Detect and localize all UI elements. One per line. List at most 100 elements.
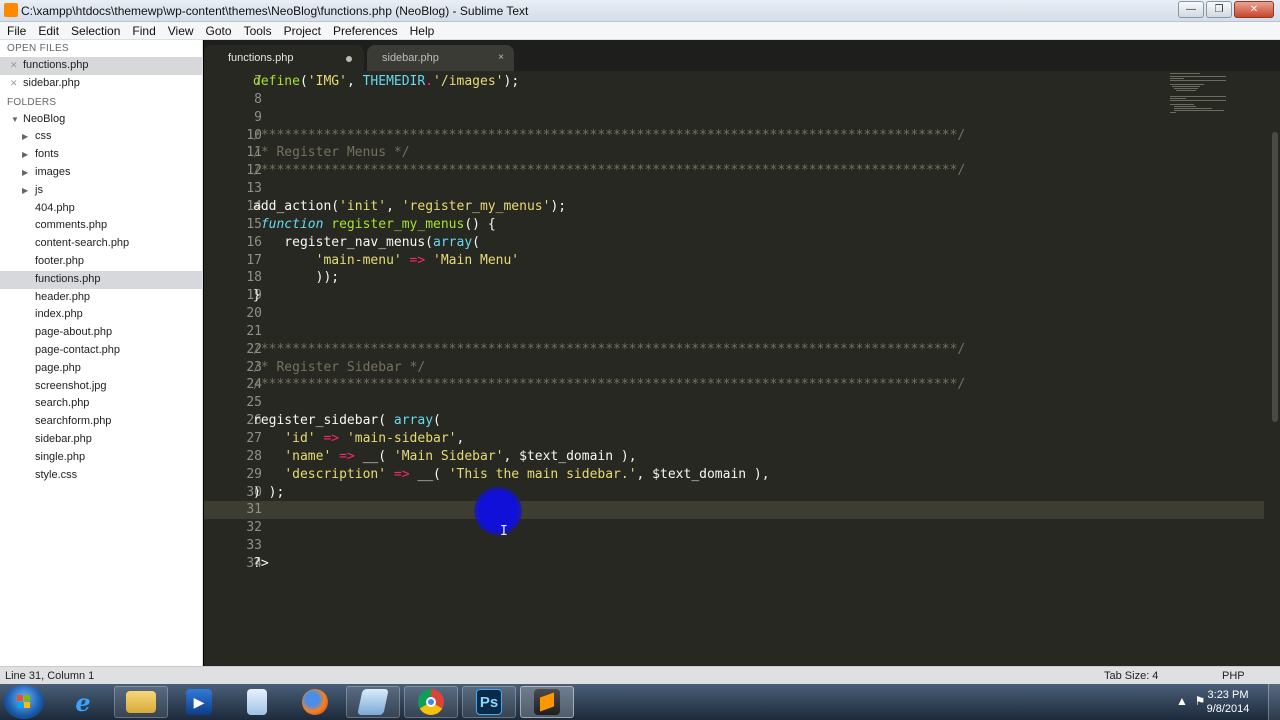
open-file-item[interactable]: ✕ functions.php: [0, 57, 202, 75]
folder-root[interactable]: ▼ NeoBlog: [0, 111, 202, 129]
code-line[interactable]: 8: [204, 91, 1264, 109]
close-icon[interactable]: ✕: [10, 75, 18, 93]
code-line[interactable]: 9: [204, 109, 1264, 127]
collapsed-triangle-icon[interactable]: ▶: [22, 164, 28, 182]
file-item[interactable]: page-about.php: [0, 324, 202, 342]
code-line[interactable]: 13: [204, 180, 1264, 198]
folder-item[interactable]: ▶ fonts: [0, 146, 202, 164]
clock[interactable]: 3:23 PM 9/8/2014: [1200, 688, 1256, 716]
file-item[interactable]: 404.php: [0, 200, 202, 218]
window-titlebar[interactable]: C:\xampp\htdocs\themewp\wp-content\theme…: [0, 0, 1280, 22]
folder-item[interactable]: ▶ css: [0, 128, 202, 146]
code-line[interactable]: 20: [204, 305, 1264, 323]
notepad-button[interactable]: [230, 686, 284, 718]
code-line[interactable]: 12/*************************************…: [204, 162, 1264, 180]
code-line[interactable]: 30) );: [204, 484, 1264, 502]
syntax-mode[interactable]: PHP: [1222, 670, 1245, 682]
tab-functions-php[interactable]: functions.php: [204, 45, 364, 71]
tab-size[interactable]: Tab Size: 4: [1104, 670, 1158, 682]
collapsed-triangle-icon[interactable]: ▶: [22, 146, 28, 164]
code-line[interactable]: 19}: [204, 287, 1264, 305]
file-item[interactable]: page-contact.php: [0, 342, 202, 360]
file-item[interactable]: search.php: [0, 395, 202, 413]
code-line[interactable]: 26 register_sidebar( array(: [204, 412, 1264, 430]
line-source: /***************************************…: [253, 127, 965, 145]
code-line[interactable]: 18 ));: [204, 269, 1264, 287]
file-item[interactable]: style.css: [0, 467, 202, 485]
file-explorer-button[interactable]: [114, 686, 168, 718]
menu-view[interactable]: View: [162, 22, 200, 40]
photoshop-button[interactable]: Ps: [462, 686, 516, 718]
code-line[interactable]: 34 ?>: [204, 555, 1264, 573]
code-token: 'Main Menu': [433, 252, 520, 268]
menu-preferences[interactable]: Preferences: [327, 22, 404, 40]
file-item[interactable]: searchform.php: [0, 413, 202, 431]
file-item[interactable]: header.php: [0, 289, 202, 307]
chrome-button[interactable]: [404, 686, 458, 718]
file-item[interactable]: footer.php: [0, 253, 202, 271]
code-line[interactable]: 25: [204, 394, 1264, 412]
menu-find[interactable]: Find: [126, 22, 161, 40]
code-line[interactable]: 16 register_nav_menus(array(: [204, 234, 1264, 252]
sublime-text-button[interactable]: [520, 686, 574, 718]
file-item[interactable]: single.php: [0, 449, 202, 467]
close-icon[interactable]: ×: [498, 45, 504, 71]
expanded-triangle-icon[interactable]: ▼: [11, 111, 19, 129]
vertical-scrollbar[interactable]: [1272, 132, 1278, 422]
file-item[interactable]: comments.php: [0, 217, 202, 235]
start-button[interactable]: [4, 685, 44, 719]
code-line[interactable]: 28 'name' => __( 'Main Sidebar', $text_d…: [204, 448, 1264, 466]
menu-goto[interactable]: Goto: [200, 22, 238, 40]
menu-project[interactable]: Project: [278, 22, 327, 40]
file-item[interactable]: functions.php: [0, 270, 202, 289]
code-line[interactable]: 17 'main-menu' => 'Main Menu': [204, 252, 1264, 270]
collapsed-triangle-icon[interactable]: ▶: [22, 182, 28, 200]
menu-help[interactable]: Help: [404, 22, 441, 40]
show-desktop-button[interactable]: [1268, 684, 1280, 720]
firefox-button[interactable]: [288, 686, 342, 718]
menu-bar: File Edit Selection Find View Goto Tools…: [0, 22, 1280, 40]
internet-explorer-button[interactable]: e: [56, 686, 110, 718]
folder-item[interactable]: ▶ images: [0, 164, 202, 182]
menu-tools[interactable]: Tools: [238, 22, 278, 40]
code-line[interactable]: 27 'id' => 'main-sidebar',: [204, 430, 1264, 448]
close-icon[interactable]: ✕: [10, 57, 18, 75]
open-file-item[interactable]: ✕ sidebar.php: [0, 75, 202, 93]
code-line[interactable]: 23/* Register Sidebar */: [204, 359, 1264, 377]
file-item[interactable]: index.php: [0, 306, 202, 324]
menu-file[interactable]: File: [1, 22, 32, 40]
code-line[interactable]: 22/*************************************…: [204, 341, 1264, 359]
file-item[interactable]: screenshot.jpg: [0, 378, 202, 396]
minimize-button[interactable]: —: [1178, 1, 1204, 18]
menu-edit[interactable]: Edit: [32, 22, 65, 40]
file-item[interactable]: sidebar.php: [0, 431, 202, 449]
code-area[interactable]: 7 define('IMG', THEMEDIR.'/images'); 8 9 10/…: [204, 71, 1264, 666]
code-line[interactable]: 31: [204, 501, 1264, 520]
code-line[interactable]: 21: [204, 323, 1264, 341]
folder-item[interactable]: ▶ js: [0, 182, 202, 200]
file-label: index.php: [35, 308, 83, 321]
modified-dot-icon[interactable]: [346, 56, 352, 62]
code-token: ,: [456, 431, 465, 446]
code-line[interactable]: 14 add_action('init', 'register_my_menus'…: [204, 198, 1264, 216]
code-line[interactable]: 7 define('IMG', THEMEDIR.'/images');: [204, 73, 1264, 91]
code-line[interactable]: 29 'description' => __( 'This the main s…: [204, 466, 1264, 484]
code-line[interactable]: 10/*************************************…: [204, 127, 1264, 145]
code-line[interactable]: 15 function register_my_menus() {: [204, 216, 1264, 234]
show-hidden-icons-icon[interactable]: ▲: [1174, 694, 1190, 710]
restore-button[interactable]: ❐: [1206, 1, 1232, 18]
file-manager-button[interactable]: [346, 686, 400, 718]
media-player-button[interactable]: ▶: [172, 686, 226, 718]
code-line[interactable]: 11/* Register Menus */: [204, 144, 1264, 162]
tab-sidebar-php[interactable]: sidebar.php ×: [367, 45, 514, 71]
menu-selection[interactable]: Selection: [65, 22, 126, 40]
minimap[interactable]: [1170, 71, 1226, 131]
code-line[interactable]: 24/*************************************…: [204, 376, 1264, 394]
code-line[interactable]: 33: [204, 537, 1264, 555]
close-button[interactable]: ✕: [1234, 1, 1274, 18]
collapsed-triangle-icon[interactable]: ▶: [22, 128, 28, 146]
file-item[interactable]: page.php: [0, 360, 202, 378]
file-item[interactable]: content-search.php: [0, 235, 202, 253]
code-line[interactable]: 32: [204, 519, 1264, 537]
